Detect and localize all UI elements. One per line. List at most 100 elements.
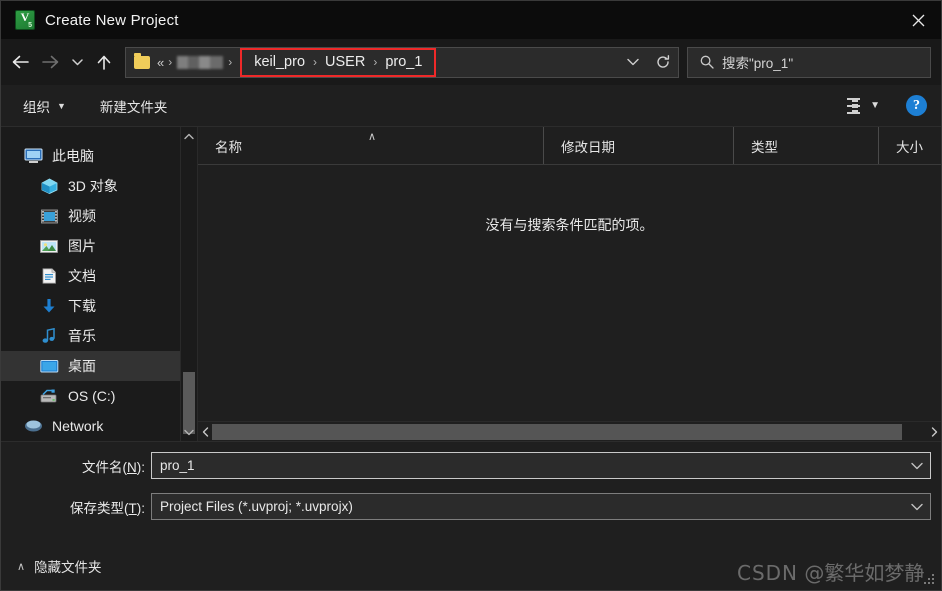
navigation-pane: 此电脑 3D 对象 视频 图片 文档 下载 音乐 桌面 OS (C:) Netw… bbox=[1, 127, 197, 441]
recent-locations-chevron-down-icon[interactable] bbox=[65, 47, 89, 77]
title-bar: 5 Create New Project bbox=[1, 1, 941, 39]
filename-field[interactable]: pro_1 bbox=[151, 452, 931, 479]
sidebar-item-3d-objects[interactable]: 3D 对象 bbox=[1, 171, 197, 201]
back-icon[interactable] bbox=[5, 47, 35, 77]
hide-folders-label: 隐藏文件夹 bbox=[34, 560, 102, 575]
hide-folders-toggle[interactable]: ∧ 隐藏文件夹 bbox=[17, 556, 102, 576]
scroll-up-icon[interactable] bbox=[181, 127, 197, 145]
column-label: 修改日期 bbox=[561, 139, 615, 155]
up-icon[interactable] bbox=[89, 47, 119, 77]
sidebar-item-label: 音乐 bbox=[68, 328, 96, 344]
column-label: 大小 bbox=[896, 139, 923, 155]
keil-uvision-icon: 5 bbox=[15, 10, 35, 30]
videos-icon bbox=[39, 207, 59, 225]
save-form: 文件名(N): pro_1 1 保存类型(T): Project Files (… bbox=[1, 441, 941, 590]
column-label: 类型 bbox=[751, 139, 778, 155]
new-folder-label: 新建文件夹 bbox=[99, 99, 168, 115]
create-new-project-dialog: 5 Create New Project « › › keil_pro › bbox=[0, 0, 942, 591]
sort-ascending-icon: ∧ bbox=[368, 131, 377, 143]
column-header-row: 名称 ∧ 修改日期 类型 大小 bbox=[198, 127, 941, 165]
breadcrumb-separator: › bbox=[168, 55, 173, 69]
sidebar-item-videos[interactable]: 视频 bbox=[1, 201, 197, 231]
help-button[interactable]: ? bbox=[906, 95, 927, 116]
chevron-down-icon[interactable] bbox=[904, 494, 930, 519]
chevron-down-icon: ▼ bbox=[57, 100, 66, 111]
sidebar-item-os-c[interactable]: OS (C:) bbox=[1, 381, 197, 411]
documents-icon bbox=[39, 267, 59, 285]
dialog-body: 此电脑 3D 对象 视频 图片 文档 下载 音乐 桌面 OS (C:) Netw… bbox=[1, 127, 941, 441]
search-input[interactable]: 搜索"pro_1" bbox=[722, 52, 793, 72]
this-pc-icon bbox=[23, 147, 43, 165]
scrollbar-track[interactable] bbox=[902, 424, 927, 440]
desktop-icon bbox=[39, 357, 59, 375]
scroll-right-icon[interactable] bbox=[927, 423, 941, 441]
resize-grip-icon[interactable] bbox=[924, 574, 936, 586]
sidebar-item-this-pc[interactable]: 此电脑 bbox=[1, 141, 197, 171]
address-bar[interactable]: « › › keil_pro › USER › pro_1 bbox=[125, 46, 679, 78]
sidebar-item-downloads[interactable]: 下载 bbox=[1, 291, 197, 321]
address-chevron-down-icon[interactable] bbox=[618, 48, 648, 77]
breadcrumb-redacted-segment[interactable] bbox=[177, 55, 224, 69]
navigation-bar: « › › keil_pro › USER › pro_1 搜索"pro_1" bbox=[1, 39, 941, 85]
empty-state-message: 没有与搜索条件匹配的项。 bbox=[485, 217, 654, 233]
sidebar-item-label: Network bbox=[52, 418, 104, 434]
breadcrumb-separator: › bbox=[373, 54, 378, 69]
sidebar-item-label: 图片 bbox=[68, 238, 96, 254]
chevron-up-icon: ∧ bbox=[17, 560, 26, 573]
sidebar-item-label: 3D 对象 bbox=[68, 178, 118, 194]
sidebar-item-documents[interactable]: 文档 bbox=[1, 261, 197, 291]
breadcrumb-item-user[interactable]: USER bbox=[322, 54, 368, 70]
filetype-label: 保存类型(T): bbox=[70, 500, 145, 516]
sidebar-item-music[interactable]: 音乐 bbox=[1, 321, 197, 351]
music-icon bbox=[39, 327, 59, 345]
breadcrumb-highlight-box: keil_pro › USER › pro_1 bbox=[240, 47, 437, 77]
sidebar-item-label: 视频 bbox=[68, 208, 96, 224]
sidebar-item-network[interactable]: Network bbox=[1, 411, 197, 441]
breadcrumb-item-pro-1[interactable]: pro_1 bbox=[382, 54, 425, 70]
network-icon bbox=[23, 417, 43, 435]
sidebar-item-desktop[interactable]: 桌面 bbox=[1, 351, 197, 381]
search-box[interactable]: 搜索"pro_1" bbox=[687, 46, 931, 78]
new-folder-button[interactable]: 新建文件夹 bbox=[100, 96, 168, 116]
window-title: Create New Project bbox=[45, 11, 179, 29]
sidebar-item-label: 下载 bbox=[68, 298, 96, 314]
filetype-field[interactable]: Project Files (*.uvproj; *.uvprojx) bbox=[151, 493, 931, 520]
command-toolbar: 组织 ▼ 新建文件夹 ▼ ? bbox=[1, 85, 941, 127]
sidebar-item-pictures[interactable]: 图片 bbox=[1, 231, 197, 261]
file-list-horizontal-scrollbar[interactable] bbox=[198, 421, 941, 441]
close-icon[interactable] bbox=[895, 1, 941, 39]
filename-input-value[interactable]: pro_1 bbox=[160, 458, 195, 473]
sidebar-item-label: 桌面 bbox=[68, 358, 96, 374]
organize-button[interactable]: 组织 ▼ bbox=[23, 96, 66, 116]
sidebar-scrollbar[interactable] bbox=[180, 127, 197, 441]
sidebar-item-label: 文档 bbox=[68, 268, 96, 284]
scrollbar-thumb[interactable] bbox=[212, 423, 902, 440]
filetype-selected-value[interactable]: Project Files (*.uvproj; *.uvprojx) bbox=[160, 499, 353, 514]
scroll-down-icon[interactable] bbox=[181, 423, 197, 441]
sidebar-item-label: 此电脑 bbox=[52, 148, 94, 164]
view-chevron-down-icon[interactable]: ▼ bbox=[870, 100, 880, 111]
organize-label: 组织 bbox=[23, 99, 50, 115]
breadcrumb-separator: › bbox=[313, 54, 318, 69]
scroll-left-icon[interactable] bbox=[198, 423, 212, 441]
search-icon bbox=[700, 55, 714, 69]
column-header-date-modified[interactable]: 修改日期 bbox=[543, 127, 733, 164]
forward-icon[interactable] bbox=[35, 47, 65, 77]
filename-label: 文件名(N): bbox=[82, 459, 145, 475]
folder-icon bbox=[134, 52, 150, 69]
pictures-icon bbox=[39, 237, 59, 255]
refresh-icon[interactable] bbox=[648, 48, 678, 77]
column-label: 名称 bbox=[215, 139, 242, 155]
3d-objects-icon bbox=[39, 177, 59, 195]
downloads-icon bbox=[39, 297, 59, 315]
column-header-type[interactable]: 类型 bbox=[733, 127, 878, 164]
breadcrumb-item-keil-pro[interactable]: keil_pro bbox=[251, 54, 308, 70]
column-header-name[interactable]: 名称 ∧ bbox=[198, 127, 543, 164]
column-header-size[interactable]: 大小 bbox=[878, 127, 941, 164]
chevron-down-icon[interactable] bbox=[904, 453, 930, 478]
sidebar-item-label: OS (C:) bbox=[68, 388, 116, 404]
file-list-pane: 名称 ∧ 修改日期 类型 大小 没有与搜索条件匹配的项。 bbox=[197, 127, 941, 441]
drive-icon bbox=[39, 387, 59, 405]
breadcrumb-separator: › bbox=[228, 55, 233, 69]
view-layout-icon[interactable] bbox=[838, 97, 861, 114]
